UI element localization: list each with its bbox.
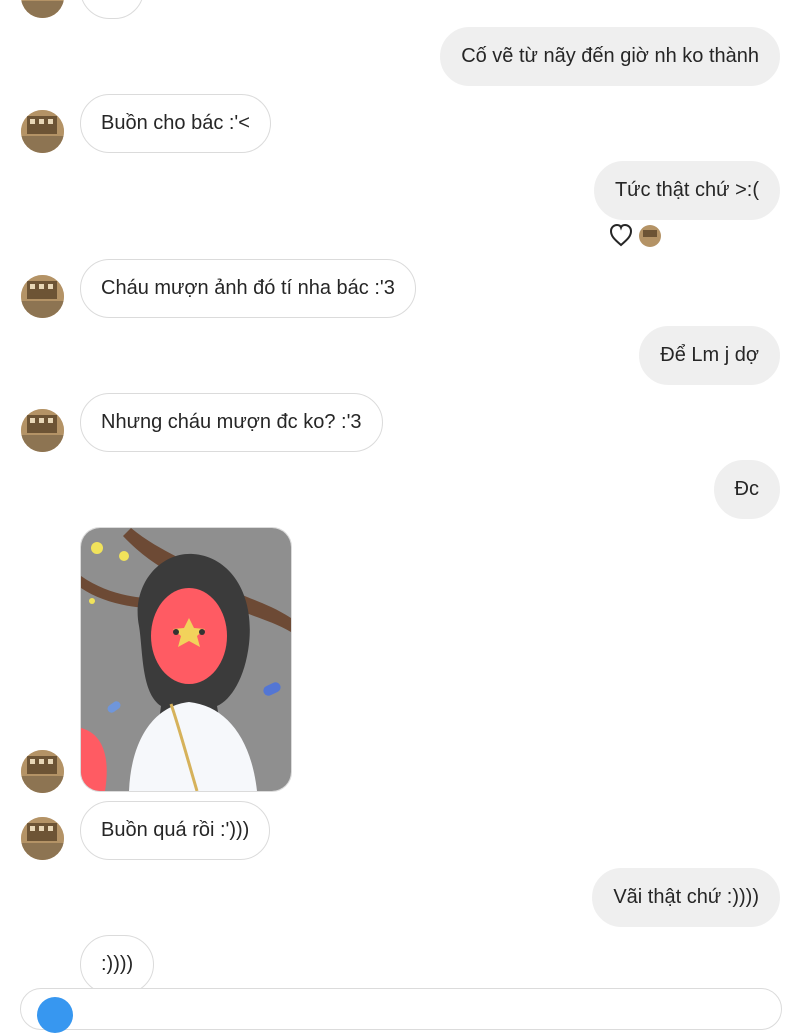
- message-bubble-incoming[interactable]: Buồn cho bác :'<: [80, 94, 271, 153]
- message-bubble-outgoing[interactable]: Vãi thật chứ :)))): [592, 868, 780, 927]
- avatar-image: [21, 275, 64, 318]
- avatar-image: [21, 110, 64, 153]
- message-bubble-incoming[interactable]: ;;;;: [80, 0, 145, 19]
- avatar-image: [21, 750, 64, 793]
- message-bubble-outgoing[interactable]: Để Lm j dợ: [639, 326, 780, 385]
- message-bubble-incoming[interactable]: Buồn quá rồi :'))): [80, 801, 271, 860]
- avatar-image: [21, 409, 64, 452]
- message-bubble-incoming[interactable]: Nhưng cháu mượn đc ko? :'3: [80, 393, 383, 452]
- avatar[interactable]: [21, 0, 64, 18]
- avatar[interactable]: [21, 750, 64, 793]
- message-bubble-outgoing[interactable]: Đc: [713, 460, 780, 519]
- message-bubble-outgoing[interactable]: Cố vẽ từ nãy đến giờ nh ko thành: [440, 27, 780, 86]
- heart-outline-icon: [609, 223, 661, 247]
- message-bubble-incoming[interactable]: Cháu mượn ảnh đó tí nha bác :'3: [80, 259, 416, 318]
- message-bubble-outgoing[interactable]: Tức thật chứ >:(: [593, 161, 780, 220]
- avatar-image: [21, 0, 64, 18]
- shared-drawing-image[interactable]: [80, 527, 292, 792]
- avatar[interactable]: [21, 275, 64, 318]
- drawing-illustration: [81, 528, 291, 791]
- avatar-image: [21, 817, 64, 860]
- message-bubble-incoming[interactable]: :)))): [80, 935, 155, 994]
- avatar[interactable]: [21, 817, 64, 860]
- avatar[interactable]: [21, 110, 64, 153]
- avatar[interactable]: [21, 409, 64, 452]
- camera-icon[interactable]: [37, 997, 73, 1033]
- message-composer[interactable]: [20, 988, 782, 1033]
- message-reactions[interactable]: [609, 223, 662, 248]
